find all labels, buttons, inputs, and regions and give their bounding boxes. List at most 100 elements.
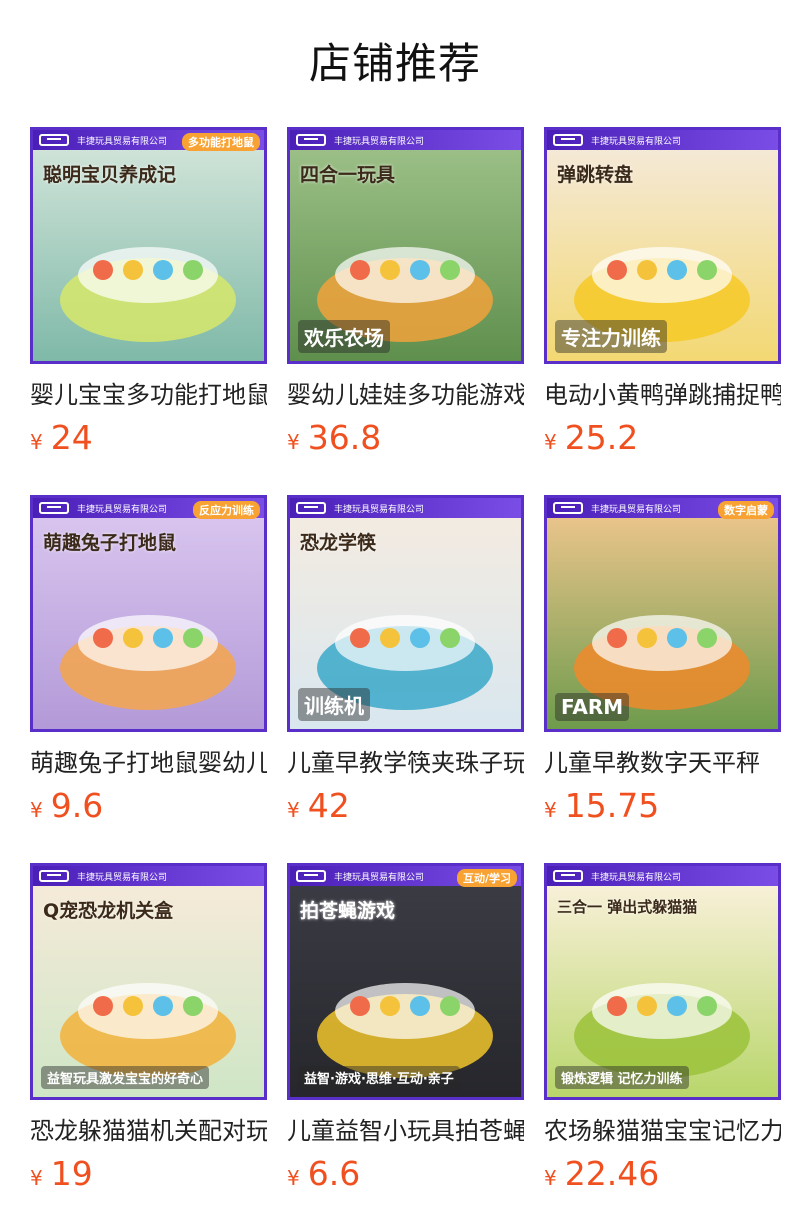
product-price: ¥ 6.6 [287,1154,524,1194]
product-image-tag: 反应力训练 [193,501,260,519]
shop-logo-icon [553,870,583,882]
product-card[interactable]: 丰捷玩具贸易有限公司 四合一玩具 欢乐农场 婴幼儿娃娃多功能游戏 ¥ 36.8 [287,127,524,495]
product-name[interactable]: 儿童早教学筷夹珠子玩具 [287,746,524,780]
shop-brand-bar: 丰捷玩具贸易有限公司 [33,866,264,886]
product-name[interactable]: 萌趣兔子打地鼠婴幼儿 [30,746,267,780]
toy-piece-shape [607,260,627,280]
toy-piece-shape [380,260,400,280]
product-image[interactable]: 丰捷玩具贸易有限公司 互动/学习 拍苍蝇游戏 益智·游戏·思维·互动·亲子 [287,863,524,1100]
toy-piece-shape [380,996,400,1016]
shop-brand-name: 丰捷玩具贸易有限公司 [77,504,168,515]
page-title: 店铺推荐 [308,39,481,88]
toy-piece-shape [350,996,370,1016]
product-name[interactable]: 农场躲猫猫宝宝记忆力 [544,1114,781,1148]
shop-brand-bar: 丰捷玩具贸易有限公司 [290,130,521,150]
toy-piece-shape [123,628,143,648]
product-name[interactable]: 婴儿宝宝多功能打地鼠 [30,378,267,412]
toy-piece-shape [667,996,687,1016]
product-price: ¥ 42 [287,786,524,826]
product-card[interactable]: 丰捷玩具贸易有限公司 弹跳转盘 专注力训练 电动小黄鸭弹跳捕捉鸭 ¥ 25.2 [544,127,781,495]
toy-piece-shape [93,260,113,280]
toy-piece-shape [153,996,173,1016]
product-image-subline: 锻炼逻辑 记忆力训练 [555,1066,689,1089]
price-amount: 19 [50,1154,93,1193]
product-image-tag: 多功能打地鼠 [182,133,260,151]
toy-piece-shape [440,996,460,1016]
toy-piece-shape [183,260,203,280]
product-card[interactable]: 丰捷玩具贸易有限公司 Q宠恐龙机关盒 益智玩具激发宝宝的好奇心 恐龙躲猫猫机关配… [30,863,267,1231]
toy-piece-shape [380,628,400,648]
shop-brand-name: 丰捷玩具贸易有限公司 [334,872,425,883]
toy-piece-shape [93,996,113,1016]
toy-piece-shape [667,260,687,280]
toy-piece-shape [637,996,657,1016]
shop-brand-name: 丰捷玩具贸易有限公司 [334,136,425,147]
product-name[interactable]: 儿童益智小玩具拍苍蝇 [287,1114,524,1148]
shop-brand-name: 丰捷玩具贸易有限公司 [591,872,682,883]
price-currency: ¥ [30,798,43,822]
shop-logo-icon [296,134,326,146]
price-currency: ¥ [544,798,557,822]
product-card[interactable]: 丰捷玩具贸易有限公司 反应力训练 萌趣兔子打地鼠 萌趣兔子打地鼠婴幼儿 ¥ 9.… [30,495,267,863]
product-name[interactable]: 恐龙躲猫猫机关配对玩具 [30,1114,267,1148]
toy-piece-shape [440,260,460,280]
toy-piece-shape [697,996,717,1016]
shop-brand-name: 丰捷玩具贸易有限公司 [591,504,682,515]
product-image-headline: 聪明宝贝养成记 [43,164,177,186]
product-image-tag: 数字启蒙 [718,501,774,519]
product-card[interactable]: 丰捷玩具贸易有限公司 多功能打地鼠 聪明宝贝养成记 婴儿宝宝多功能打地鼠 ¥ 2… [30,127,267,495]
product-image-headline: 三合一 弹出式躲猫猫 [557,898,698,916]
product-image[interactable]: 丰捷玩具贸易有限公司 反应力训练 萌趣兔子打地鼠 [30,495,267,732]
price-amount: 42 [307,786,350,825]
product-image[interactable]: 丰捷玩具贸易有限公司 Q宠恐龙机关盒 益智玩具激发宝宝的好奇心 [30,863,267,1100]
product-name[interactable]: 儿童早教数字天平秤 [544,746,781,780]
product-grid: 丰捷玩具贸易有限公司 多功能打地鼠 聪明宝贝养成记 婴儿宝宝多功能打地鼠 ¥ 2… [30,127,790,1231]
product-image[interactable]: 丰捷玩具贸易有限公司 弹跳转盘 专注力训练 [544,127,781,364]
shop-recommendations-page: 店铺推荐 丰捷玩具贸易有限公司 多功能打地鼠 聪明宝贝养成记 婴儿宝宝多功能打地… [0,0,790,1232]
price-currency: ¥ [287,430,300,454]
shop-logo-icon [296,502,326,514]
product-image[interactable]: 丰捷玩具贸易有限公司 三合一 弹出式躲猫猫 锻炼逻辑 记忆力训练 [544,863,781,1100]
shop-brand-bar: 丰捷玩具贸易有限公司 [547,130,778,150]
price-amount: 9.6 [50,786,104,825]
product-image[interactable]: 丰捷玩具贸易有限公司 四合一玩具 欢乐农场 [287,127,524,364]
shop-brand-name: 丰捷玩具贸易有限公司 [334,504,425,515]
product-price: ¥ 9.6 [30,786,267,826]
product-name[interactable]: 电动小黄鸭弹跳捕捉鸭 [544,378,781,412]
price-currency: ¥ [30,1166,43,1190]
product-price: ¥ 15.75 [544,786,781,826]
toy-piece-shape [607,628,627,648]
toy-piece-shape [667,628,687,648]
price-amount: 25.2 [564,418,639,457]
price-currency: ¥ [30,430,43,454]
product-image-subline: 益智玩具激发宝宝的好奇心 [41,1066,210,1089]
toy-piece-shape [440,628,460,648]
product-image-headline: 拍苍蝇游戏 [300,900,396,922]
product-price: ¥ 25.2 [544,418,781,458]
product-image-headline: Q宠恐龙机关盒 [43,900,174,922]
price-amount: 22.46 [564,1154,660,1193]
toy-piece-shape [410,260,430,280]
product-image[interactable]: 丰捷玩具贸易有限公司 多功能打地鼠 聪明宝贝养成记 [30,127,267,364]
product-price: ¥ 22.46 [544,1154,781,1194]
toy-piece-shape [93,628,113,648]
toy-piece-shape [410,996,430,1016]
product-image-headline: 恐龙学筷 [300,532,377,554]
product-card[interactable]: 丰捷玩具贸易有限公司 三合一 弹出式躲猫猫 锻炼逻辑 记忆力训练 农场躲猫猫宝宝… [544,863,781,1231]
product-image-subline: 训练机 [298,688,370,721]
product-image-subline: 专注力训练 [555,320,667,353]
toy-piece-shape [410,628,430,648]
shop-brand-name: 丰捷玩具贸易有限公司 [77,872,168,883]
product-name[interactable]: 婴幼儿娃娃多功能游戏 [287,378,524,412]
product-card[interactable]: 丰捷玩具贸易有限公司 数字启蒙 FARM 儿童早教数字天平秤 ¥ 15.75 [544,495,781,863]
product-image-subline: 益智·游戏·思维·互动·亲子 [298,1066,460,1089]
product-image-headline: 四合一玩具 [300,164,396,186]
toy-piece-shape [123,996,143,1016]
price-currency: ¥ [544,430,557,454]
product-image[interactable]: 丰捷玩具贸易有限公司 数字启蒙 FARM [544,495,781,732]
shop-logo-icon [553,502,583,514]
shop-brand-bar: 丰捷玩具贸易有限公司 [547,866,778,886]
product-card[interactable]: 丰捷玩具贸易有限公司 恐龙学筷 训练机 儿童早教学筷夹珠子玩具 ¥ 42 [287,495,524,863]
product-card[interactable]: 丰捷玩具贸易有限公司 互动/学习 拍苍蝇游戏 益智·游戏·思维·互动·亲子 儿童… [287,863,524,1231]
product-image[interactable]: 丰捷玩具贸易有限公司 恐龙学筷 训练机 [287,495,524,732]
